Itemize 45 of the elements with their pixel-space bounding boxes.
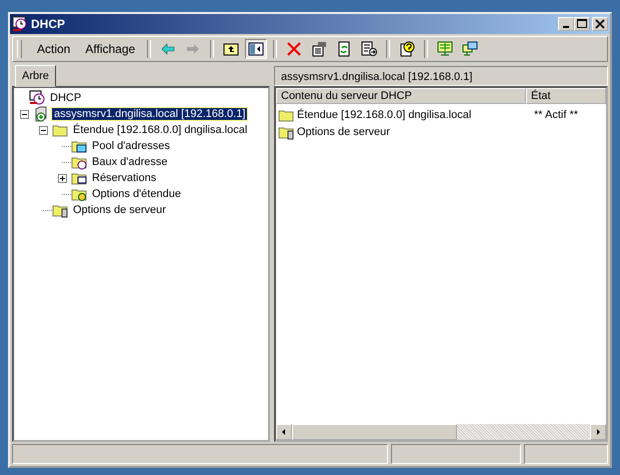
monitor-icon: [437, 41, 454, 57]
window-title: DHCP: [31, 17, 66, 31]
help-icon: [399, 41, 416, 57]
tree-item[interactable]: Baux d'adresse: [90, 156, 170, 168]
column-header[interactable]: Contenu du serveur DHCP: [276, 88, 526, 104]
column-header[interactable]: État: [526, 88, 606, 104]
collapse-icon[interactable]: [39, 126, 48, 134]
status-text: ** Actif **: [533, 108, 578, 120]
tree-item[interactable]: Options de serveur: [71, 204, 168, 216]
maximize-icon: [577, 19, 587, 29]
menu-item[interactable]: Affichage: [79, 40, 142, 58]
forward-icon: [185, 41, 202, 57]
tree-tab[interactable]: Arbre: [15, 65, 56, 87]
path-header: assysmsrv1.dngilisa.local [192.168.0.1]: [274, 66, 608, 86]
tree-item[interactable]: Pool d'adresses: [90, 140, 172, 152]
up-icon: [223, 41, 240, 57]
tree-item[interactable]: assysmsrv1.dngilisa.local [192.168.0.1]: [52, 108, 248, 120]
tree-icon: [248, 41, 264, 57]
scroll-right-icon[interactable]: [594, 428, 602, 436]
collapse-icon[interactable]: [20, 110, 29, 118]
horizontal-scrollbar[interactable]: [276, 424, 606, 440]
expand-icon[interactable]: [58, 174, 67, 182]
delete-icon: [286, 41, 302, 57]
list-item[interactable]: Étendue [192.168.0.0] dngilisa.local: [297, 108, 472, 120]
tree-item[interactable]: Options d'étendue: [90, 188, 183, 200]
menu-item[interactable]: Action: [31, 40, 76, 58]
tree-button[interactable]: [245, 39, 268, 59]
back-icon: [160, 41, 176, 57]
tree-item[interactable]: DHCP: [48, 92, 84, 104]
minimize-button[interactable]: [558, 17, 574, 31]
tree-item[interactable]: Étendue [192.168.0.0] dngilisa.local: [71, 124, 250, 136]
monitors-icon: [462, 41, 478, 57]
list-item[interactable]: Options de serveur: [297, 126, 390, 138]
refresh-icon: [336, 41, 352, 57]
close-icon: [595, 19, 605, 29]
minimize-icon: [563, 26, 569, 28]
clock-icon: [12, 16, 28, 32]
tree-item[interactable]: Réservations: [90, 172, 158, 184]
export-icon: [361, 41, 378, 57]
close-button[interactable]: [592, 17, 608, 31]
server-icon: [33, 106, 49, 122]
clock-icon: [29, 90, 45, 106]
properties-icon: [311, 41, 328, 57]
maximize-button[interactable]: [574, 17, 590, 31]
scroll-left-icon[interactable]: [280, 428, 288, 436]
